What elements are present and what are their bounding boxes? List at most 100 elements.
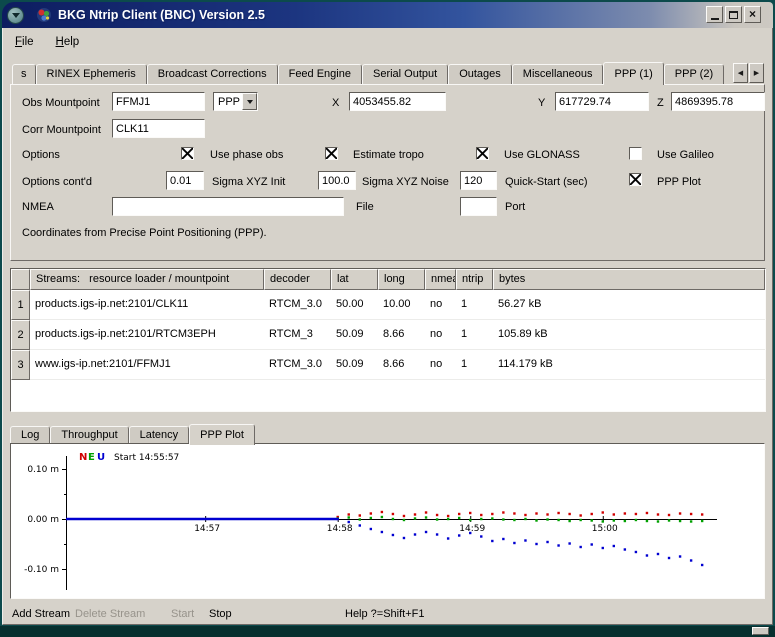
header-bytes[interactable]: bytes bbox=[493, 269, 765, 290]
maximize-button[interactable] bbox=[725, 6, 742, 23]
x-coordinate-input[interactable] bbox=[349, 92, 446, 111]
menu-help[interactable]: Help bbox=[47, 34, 89, 50]
row-number[interactable]: 2 bbox=[11, 320, 30, 350]
menu-file[interactable]: File bbox=[6, 34, 43, 50]
obs-mountpoint-input[interactable] bbox=[112, 92, 205, 111]
z-coordinate-input[interactable] bbox=[671, 92, 765, 111]
delete-stream-button[interactable]: Delete Stream bbox=[75, 608, 145, 620]
stop-button[interactable]: Stop bbox=[209, 608, 232, 620]
cell-ntrip[interactable]: 1 bbox=[456, 350, 493, 380]
estimate-tropo-label: Estimate tropo bbox=[353, 149, 424, 161]
cell-mountpoint[interactable]: www.igs-ip.net:2101/FFMJ1 bbox=[30, 350, 264, 380]
cell-nmea[interactable]: no bbox=[425, 320, 456, 350]
quick-start-label: Quick-Start (sec) bbox=[505, 176, 588, 188]
tab-scroll-left-button[interactable]: ◀ bbox=[733, 63, 748, 83]
cell-decoder[interactable]: RTCM_3 bbox=[264, 320, 331, 350]
cell-nmea[interactable]: no bbox=[425, 290, 456, 320]
start-button[interactable]: Start bbox=[171, 608, 194, 620]
app-icon bbox=[36, 7, 52, 23]
nmea-file-label: File bbox=[356, 201, 374, 213]
nmea-port-input[interactable] bbox=[460, 197, 497, 216]
tab-serial-output[interactable]: Serial Output bbox=[362, 64, 448, 84]
sigma-xyz-noise-input[interactable] bbox=[318, 171, 356, 190]
sigma-xyz-init-input[interactable] bbox=[166, 171, 204, 190]
help-button[interactable]: Help ?=Shift+F1 bbox=[345, 608, 425, 620]
combo-dropdown-button[interactable] bbox=[242, 93, 257, 110]
svg-text:U: U bbox=[97, 452, 105, 463]
svg-text:14:57: 14:57 bbox=[194, 524, 220, 534]
cell-mountpoint[interactable]: products.igs-ip.net:2101/RTCM3EPH bbox=[30, 320, 264, 350]
window-menu-button[interactable] bbox=[7, 7, 24, 24]
tab-ppp-2[interactable]: PPP (2) bbox=[664, 64, 724, 84]
z-label: Z bbox=[657, 97, 664, 109]
cell-bytes[interactable]: 114.179 kB bbox=[493, 350, 765, 380]
output-tab-bar: Log Throughput Latency PPP Plot bbox=[10, 423, 255, 444]
tab-throughput[interactable]: Throughput bbox=[50, 426, 128, 444]
cell-nmea[interactable]: no bbox=[425, 350, 456, 380]
svg-text:0.10 m: 0.10 m bbox=[27, 465, 59, 475]
minimize-button[interactable] bbox=[706, 6, 723, 23]
cell-decoder[interactable]: RTCM_3.0 bbox=[264, 350, 331, 380]
cell-ntrip[interactable]: 1 bbox=[456, 290, 493, 320]
streams-grid: Streams: resource loader / mountpoint de… bbox=[11, 269, 765, 380]
use-phase-obs-checkbox[interactable] bbox=[181, 147, 194, 160]
ppp-mode-combo[interactable]: PPP bbox=[213, 92, 258, 111]
corr-mountpoint-input[interactable] bbox=[112, 119, 205, 138]
tab-outages[interactable]: Outages bbox=[448, 64, 512, 84]
cell-mountpoint[interactable]: products.igs-ip.net:2101/CLK11 bbox=[30, 290, 264, 320]
header-lat[interactable]: lat bbox=[331, 269, 378, 290]
tab-scroll-right-button[interactable]: ▶ bbox=[749, 63, 764, 83]
estimate-tropo-checkbox[interactable] bbox=[325, 147, 338, 160]
cell-lat[interactable]: 50.00 bbox=[331, 290, 378, 320]
header-mountpoint[interactable]: Streams: resource loader / mountpoint bbox=[30, 269, 264, 290]
cell-ntrip[interactable]: 1 bbox=[456, 320, 493, 350]
cell-long[interactable]: 10.00 bbox=[378, 290, 425, 320]
cell-bytes[interactable]: 56.27 kB bbox=[493, 290, 765, 320]
add-stream-button[interactable]: Add Stream bbox=[12, 608, 70, 620]
svg-text:14:59: 14:59 bbox=[459, 524, 485, 534]
close-button[interactable]: × bbox=[744, 6, 761, 23]
tab-log[interactable]: Log bbox=[10, 426, 50, 444]
ppp-plot-panel: 0.10 m0.00 m-0.10 m14:5714:5814:5915:00N… bbox=[10, 443, 765, 599]
cell-decoder[interactable]: RTCM_3.0 bbox=[264, 290, 331, 320]
cell-long[interactable]: 8.66 bbox=[378, 320, 425, 350]
tab-ppp-plot[interactable]: PPP Plot bbox=[189, 424, 255, 445]
window-resize-grip[interactable] bbox=[752, 627, 769, 635]
window-bottom-border bbox=[0, 626, 775, 637]
row-number[interactable]: 1 bbox=[11, 290, 30, 320]
tab-rinex-ephemeris[interactable]: RINEX Ephemeris bbox=[36, 64, 147, 84]
tab-ppp-1[interactable]: PPP (1) bbox=[603, 62, 663, 85]
cell-lat[interactable]: 50.09 bbox=[331, 320, 378, 350]
cell-long[interactable]: 8.66 bbox=[378, 350, 425, 380]
tab-latency[interactable]: Latency bbox=[129, 426, 190, 444]
header-decoder[interactable]: decoder bbox=[264, 269, 331, 290]
maximize-icon bbox=[729, 11, 738, 19]
tab-broadcast-corrections[interactable]: Broadcast Corrections bbox=[147, 64, 278, 84]
close-icon: × bbox=[749, 7, 756, 22]
titlebar: BKG Ntrip Client (BNC) Version 2.5 × bbox=[2, 2, 773, 28]
cell-bytes[interactable]: 105.89 kB bbox=[493, 320, 765, 350]
row-number[interactable]: 3 bbox=[11, 350, 30, 380]
header-ntrip[interactable]: ntrip bbox=[456, 269, 493, 290]
ppp-plot-checkbox[interactable] bbox=[629, 173, 642, 186]
tab-partial[interactable]: s bbox=[12, 64, 36, 84]
cell-lat[interactable]: 50.09 bbox=[331, 350, 378, 380]
window-menu-icon bbox=[12, 13, 20, 18]
chevron-down-icon bbox=[247, 100, 253, 104]
svg-text:15:00: 15:00 bbox=[592, 524, 618, 534]
y-coordinate-input[interactable] bbox=[555, 92, 649, 111]
use-glonass-checkbox[interactable] bbox=[476, 147, 489, 160]
svg-text:E: E bbox=[88, 452, 95, 463]
ppp-plot-chart: 0.10 m0.00 m-0.10 m14:5714:5814:5915:00N… bbox=[11, 444, 764, 598]
ppp-plot-label: PPP Plot bbox=[657, 176, 701, 188]
tab-miscellaneous[interactable]: Miscellaneous bbox=[512, 64, 604, 84]
window-title: BKG Ntrip Client (BNC) Version 2.5 bbox=[58, 8, 265, 22]
nmea-file-input[interactable] bbox=[112, 197, 344, 216]
use-galileo-checkbox[interactable] bbox=[629, 147, 642, 160]
header-nmea[interactable]: nmea bbox=[425, 269, 456, 290]
tab-feed-engine[interactable]: Feed Engine bbox=[278, 64, 362, 84]
header-long[interactable]: long bbox=[378, 269, 425, 290]
obs-mountpoint-label: Obs Mountpoint bbox=[22, 97, 100, 109]
quick-start-input[interactable] bbox=[460, 171, 497, 190]
sigma-xyz-init-label: Sigma XYZ Init bbox=[212, 176, 285, 188]
